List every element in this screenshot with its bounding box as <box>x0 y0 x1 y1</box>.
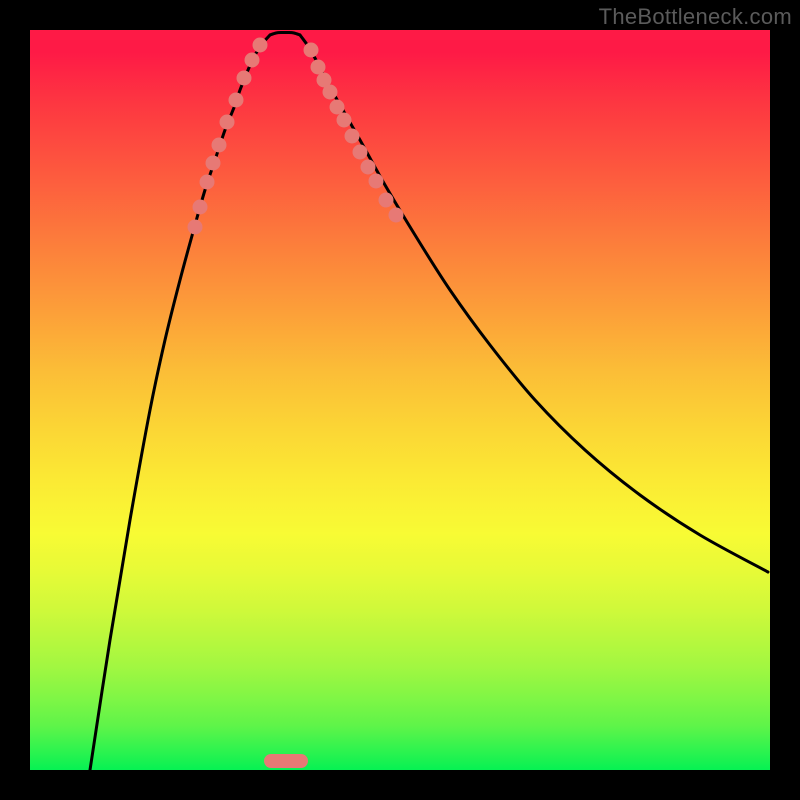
curve-curve-bottom <box>270 32 300 35</box>
marker-dot <box>229 93 244 108</box>
marker-dot <box>379 193 394 208</box>
marker-dot <box>311 60 326 75</box>
marker-dot <box>389 208 404 223</box>
marker-dot <box>253 38 268 53</box>
watermark-label: TheBottleneck.com <box>599 4 792 30</box>
marker-group <box>188 38 404 769</box>
marker-dot <box>212 138 227 153</box>
marker-dot <box>200 175 215 190</box>
marker-dot <box>237 71 252 86</box>
marker-dot <box>220 115 235 130</box>
marker-dot <box>345 129 360 144</box>
marker-bottom-bar <box>264 754 308 768</box>
chart-svg <box>30 30 770 770</box>
marker-dot <box>369 174 384 189</box>
curve-curve-right <box>300 35 768 572</box>
marker-dot <box>188 220 203 235</box>
curve-curve-left <box>90 35 270 770</box>
curve-group <box>90 32 768 770</box>
marker-dot <box>330 100 345 115</box>
marker-dot <box>245 53 260 68</box>
chart-frame: TheBottleneck.com <box>0 0 800 800</box>
marker-dot <box>304 43 319 58</box>
plot-area <box>30 30 770 770</box>
marker-dot <box>323 85 338 100</box>
marker-dot <box>337 113 352 128</box>
marker-dot <box>353 145 368 160</box>
marker-dot <box>361 160 376 175</box>
marker-dot <box>193 200 208 215</box>
marker-dot <box>206 156 221 171</box>
